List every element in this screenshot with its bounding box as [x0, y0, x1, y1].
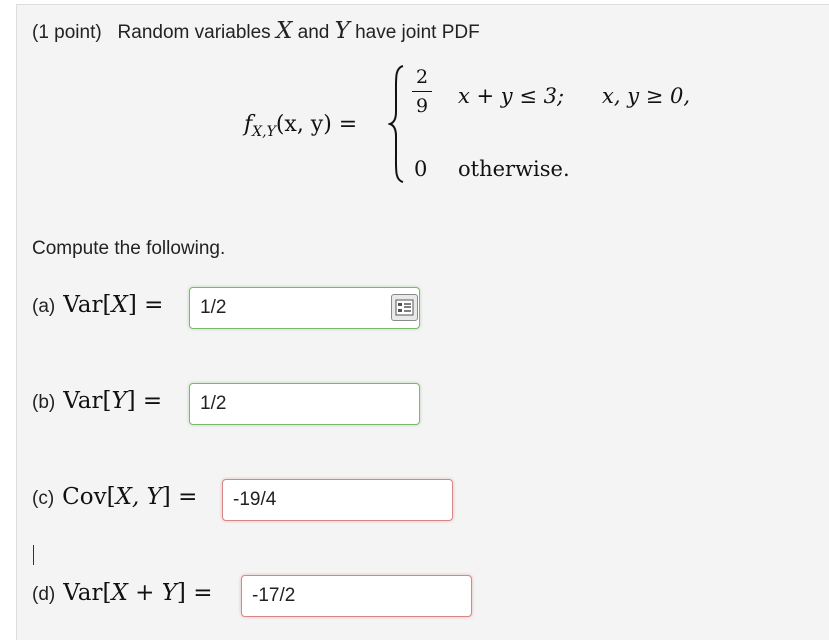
instructions: Compute the following.	[32, 238, 226, 259]
part-c-label-row: (c) Cov[X, Y] =	[32, 484, 197, 510]
fraction-two-ninths: 2 9	[410, 66, 434, 117]
part-c-label: (c)	[32, 488, 55, 509]
part-a-arg: X	[111, 292, 128, 318]
part-a-label-row: (a) Var[X] =	[32, 292, 163, 318]
part-c-arg: X, Y	[115, 484, 162, 510]
part-a-equals: =	[144, 292, 164, 318]
part-d-func: Var	[63, 580, 103, 606]
part-a-func: Var	[63, 292, 103, 318]
answer-d-value: -17/2	[252, 585, 296, 606]
pdf-lhs: fX,Y(x, y) =	[244, 112, 357, 140]
part-c-expression: Cov[X, Y] =	[62, 484, 198, 510]
equation-editor-glyph	[395, 299, 414, 316]
part-a-label: (a)	[32, 296, 56, 317]
part-d-arg: X + Y	[111, 580, 177, 606]
intro-and: and	[297, 22, 330, 43]
case1-condition-a: x + y ≤ 3;	[458, 84, 565, 108]
part-b-label: (b)	[32, 392, 56, 413]
answer-c-value: -19/4	[233, 489, 277, 510]
intro-text-a: Random variables	[117, 22, 271, 43]
part-b-func: Var	[63, 388, 103, 414]
fraction-bar	[412, 91, 432, 92]
equation-editor-icon[interactable]	[391, 294, 418, 321]
part-b-equals: =	[142, 388, 163, 414]
answer-input-c[interactable]: -19/4	[222, 479, 453, 521]
part-a-expression: Var[X] =	[63, 292, 164, 318]
variable-y: Y	[334, 18, 350, 44]
variable-x: X	[275, 18, 293, 44]
part-b-expression: Var[Y] =	[63, 388, 163, 414]
part-b-arg: Y	[111, 388, 127, 414]
left-brace	[388, 65, 404, 183]
answer-input-a[interactable]: 1/2	[189, 287, 420, 329]
problem-statement: (1 point) Random variables X and Y have …	[32, 18, 480, 44]
answer-a-value: 1/2	[200, 297, 227, 318]
case1-condition-b: x, y ≥ 0,	[602, 84, 691, 108]
pdf-args: (x, y) =	[275, 112, 358, 137]
pdf-f: f	[244, 112, 253, 137]
page: (1 point) Random variables X and Y have …	[0, 0, 829, 640]
pdf-subscript: X,Y	[252, 124, 276, 140]
part-c-equals: =	[178, 484, 198, 510]
points-label: (1 point)	[32, 22, 102, 43]
part-d-expression: Var[X + Y] =	[63, 580, 213, 606]
part-c-func: Cov	[62, 484, 107, 510]
fraction-numerator: 2	[415, 66, 429, 88]
part-d-label-row: (d) Var[X + Y] =	[32, 580, 212, 606]
case2-condition: otherwise.	[458, 157, 570, 181]
part-d-equals: =	[193, 580, 213, 606]
answer-input-d[interactable]: -17/2	[241, 575, 472, 617]
answer-input-b[interactable]: 1/2	[189, 383, 420, 425]
fraction-denominator: 9	[415, 95, 429, 117]
text-cursor	[33, 545, 34, 565]
intro-text-b: have joint PDF	[355, 22, 480, 43]
part-d-label: (d)	[32, 584, 56, 605]
case2-value: 0	[414, 157, 428, 181]
part-b-label-row: (b) Var[Y] =	[32, 388, 162, 414]
answer-b-value: 1/2	[200, 393, 227, 414]
